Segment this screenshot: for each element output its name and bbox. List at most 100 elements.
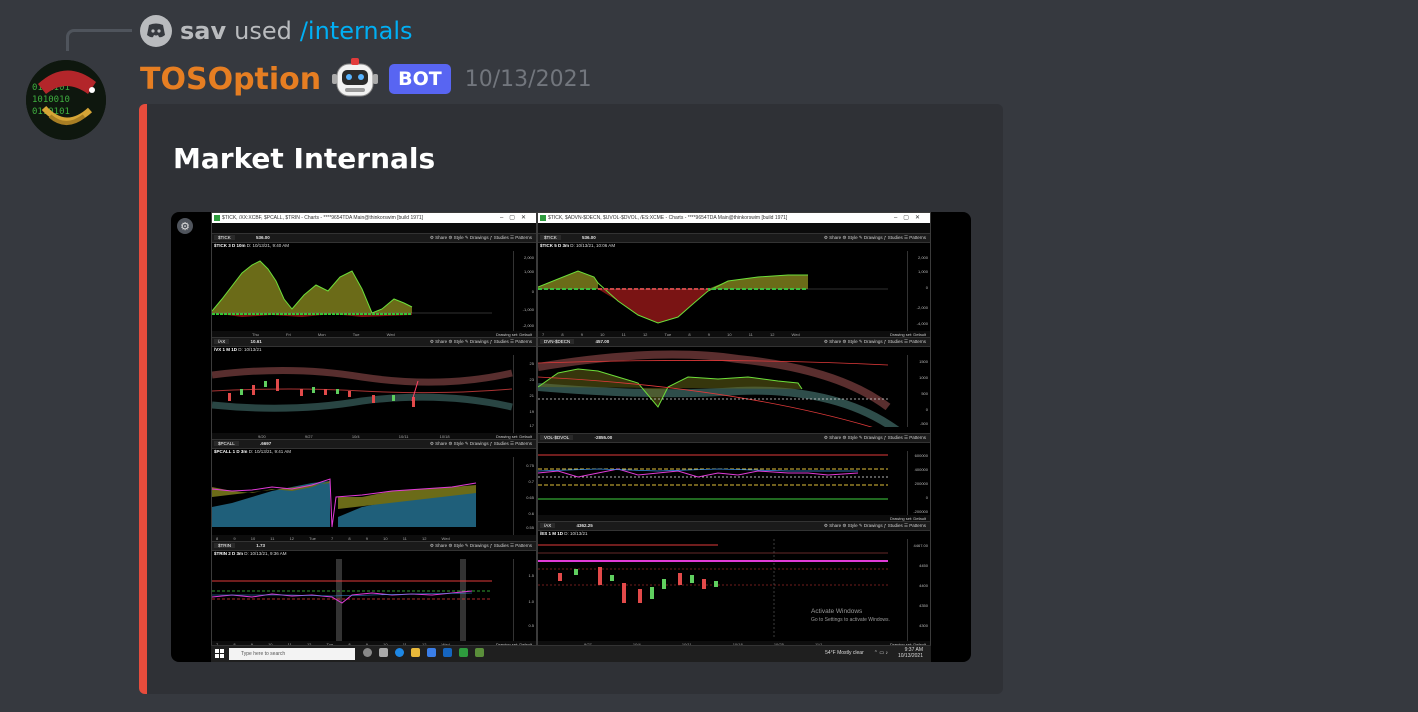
- chart-pane-trin[interactable]: $TRIN 1.73 ⚙ Share ⚙ Style ✎ Drawings ƒ …: [212, 541, 536, 648]
- pane-symbol[interactable]: $TICK: [214, 235, 235, 240]
- pane-price: 1.73: [256, 543, 266, 548]
- chart-pane-vx[interactable]: /AX 10.61 ⚙ Share ⚙ Style ✎ Drawings ƒ S…: [212, 337, 536, 440]
- reply-used-text: used: [234, 17, 292, 45]
- price-axis: 2,000 1,000 0 -1,000 -2,000: [513, 251, 536, 331]
- price-axis: 0.75 0.7 0.65 0.6 0.55: [513, 457, 536, 535]
- pane-price: 536.00: [256, 235, 270, 240]
- system-tray: 54°F Mostly clear ⌃ ▭ ♪ 9:37 AM 10/13/20…: [825, 647, 923, 659]
- pane-tools[interactable]: ⚙ Share ⚙ Style ✎ Drawings ƒ Studies ☰ P…: [824, 434, 926, 442]
- file-explorer-icon[interactable]: [411, 648, 420, 657]
- embed-card: Market Internals ⚙ $TICK, /XX:XCBF, $PCA…: [139, 104, 1003, 694]
- pane-price: 4362.25: [576, 523, 593, 528]
- windows-taskbar: Type here to search 54°F Mostly clear ⌃ …: [211, 645, 931, 662]
- uvol-dvol-chart: [538, 454, 888, 500]
- tos-window-left: $TICK, /XX:XCBF, $PCALL, $TRIN - Charts …: [211, 212, 537, 648]
- window-title: $TICK, $ADVN-$DECN, $UVOL-$DVOL, /ES:XCM…: [548, 215, 788, 221]
- price-axis: 1.5 1.0 0.5: [513, 559, 536, 641]
- pane-dates: D: 10/13/21, 9:40 AM: [246, 243, 290, 248]
- advn-decn-chart: [538, 350, 900, 427]
- clock[interactable]: 9:37 AM 10/13/2021: [898, 647, 923, 659]
- chart-pane-uvol-dvol[interactable]: VOL-$DVOL -2855.00 ⚙ Share ⚙ Style ✎ Dra…: [538, 433, 930, 522]
- pane-dates: D: 10/13/21: [564, 531, 588, 536]
- pane-toolbar: $TICK 536.00 ⚙ Share ⚙ Style ✎ Drawings …: [538, 234, 930, 243]
- pane-tools[interactable]: ⚙ Share ⚙ Style ✎ Drawings ƒ Studies ☰ P…: [824, 234, 926, 242]
- pane-info: $TICK 3 D 10m D: 10/13/21, 9:40 AM: [214, 243, 289, 248]
- trin-chart: [212, 559, 492, 641]
- tos-logo-icon: [540, 215, 546, 221]
- pane-symbol[interactable]: $TRIN: [214, 543, 236, 548]
- thinkorswim-icon[interactable]: [459, 648, 468, 657]
- app-icon[interactable]: [475, 648, 484, 657]
- tos-window-right: $TICK, $ADVN-$DECN, $UVOL-$DVOL, /ES:XCM…: [537, 212, 931, 648]
- window-title-bar: $TICK, $ADVN-$DECN, $UVOL-$DVOL, /ES:XCM…: [538, 213, 930, 223]
- weather-status[interactable]: 54°F Mostly clear: [825, 650, 864, 656]
- pane-toolbar: $TRIN 1.73 ⚙ Share ⚙ Style ✎ Drawings ƒ …: [212, 542, 536, 551]
- pane-tools[interactable]: ⚙ Share ⚙ Style ✎ Drawings ƒ Studies ☰ P…: [430, 338, 532, 346]
- taskbar-search[interactable]: Type here to search: [229, 648, 355, 660]
- bot-username[interactable]: TOSOption: [140, 62, 321, 97]
- pane-price: -2855.00: [594, 435, 613, 440]
- command-reply[interactable]: sav used /internals: [140, 14, 413, 48]
- chart-pane-advn-decn[interactable]: DVN-$DECN 457.00 ⚙ Share ⚙ Style ✎ Drawi…: [538, 337, 930, 434]
- store-icon[interactable]: [427, 648, 436, 657]
- task-view-icon[interactable]: [379, 648, 388, 657]
- es-chart: [538, 539, 888, 639]
- window-title-bar: $TICK, /XX:XCBF, $PCALL, $TRIN - Charts …: [212, 213, 536, 223]
- pane-tools[interactable]: ⚙ Share ⚙ Style ✎ Drawings ƒ Studies ☰ P…: [824, 338, 926, 346]
- pane-info: $PCALL 1 D 3m D: 10/13/21, 9:41 AM: [214, 449, 291, 454]
- window-controls-icon: –▢✕: [893, 215, 926, 221]
- price-axis: 1500 1000 500 0 -500: [907, 355, 930, 427]
- pane-toolbar: VOL-$DVOL -2855.00 ⚙ Share ⚙ Style ✎ Dra…: [538, 434, 930, 443]
- pane-study: $TICK 3 D 10m: [214, 243, 246, 248]
- bot-tag: BOT: [389, 64, 451, 94]
- cortana-icon[interactable]: [363, 648, 372, 657]
- trading-screenshot: $TICK, /XX:XCBF, $PCALL, $TRIN - Charts …: [211, 212, 931, 662]
- pane-dates: D: 10/13/21, 10:06 AM: [570, 243, 616, 248]
- pane-symbol[interactable]: DVN-$DECN: [540, 339, 575, 344]
- chart-pane-es[interactable]: /AX 4362.25 ⚙ Share ⚙ Style ✎ Drawings ƒ…: [538, 521, 930, 648]
- pane-toolbar: $TICK 536.00 ⚙ Share ⚙ Style ✎ Drawings …: [212, 234, 536, 243]
- pane-tools[interactable]: ⚙ Share ⚙ Style ✎ Drawings ƒ Studies ☰ P…: [430, 440, 532, 448]
- message-timestamp[interactable]: 10/13/2021: [465, 67, 592, 92]
- pane-price: 457.00: [595, 339, 610, 344]
- chart-pane-tick-5d[interactable]: $TICK 536.00 ⚙ Share ⚙ Style ✎ Drawings …: [538, 233, 930, 338]
- pane-study: /ES 1 M 1D: [540, 531, 564, 536]
- chart-pane-pcall[interactable]: $PCALL .6697 ⚙ Share ⚙ Style ✎ Drawings …: [212, 439, 536, 542]
- pane-price: .6697: [260, 441, 272, 446]
- tick-5d-chart: [538, 270, 888, 324]
- pane-symbol[interactable]: $PCALL: [214, 441, 239, 446]
- pane-tools[interactable]: ⚙ Share ⚙ Style ✎ Drawings ƒ Studies ☰ P…: [430, 234, 532, 242]
- gear-icon[interactable]: ⚙: [177, 218, 193, 234]
- robot-icon: [331, 56, 379, 102]
- pane-symbol[interactable]: /AX: [214, 339, 230, 344]
- price-axis: 4467.00 4450 4400 4350 4300: [907, 539, 930, 641]
- reply-command[interactable]: /internals: [300, 17, 413, 45]
- activate-windows-watermark: Activate Windows Go to Settings to activ…: [811, 608, 890, 623]
- chart-pane-tick[interactable]: $TICK 536.00 ⚙ Share ⚙ Style ✎ Drawings …: [212, 233, 536, 338]
- pane-toolbar: /AX 4362.25 ⚙ Share ⚙ Style ✎ Drawings ƒ…: [538, 522, 930, 531]
- price-axis: 2,000 1,000 0 -2,000 -4,000: [907, 251, 930, 331]
- pane-symbol[interactable]: $TICK: [540, 235, 561, 240]
- pane-tools[interactable]: ⚙ Share ⚙ Style ✎ Drawings ƒ Studies ☰ P…: [824, 522, 926, 530]
- edge-icon[interactable]: [395, 648, 404, 657]
- pane-study: $TRIN 2 D 3m: [214, 551, 244, 556]
- tray-icons[interactable]: ⌃ ▭ ♪: [874, 650, 888, 656]
- window-controls-icon: –▢✕: [499, 215, 532, 221]
- mail-icon[interactable]: [443, 648, 452, 657]
- pane-price: 536.00: [582, 235, 596, 240]
- pane-study: /VX 1 M 1D: [214, 347, 238, 352]
- pane-dates: D: 10/13/21, 9:36 AM: [244, 551, 287, 556]
- windows-start-icon[interactable]: [215, 649, 224, 658]
- pane-symbol[interactable]: /AX: [540, 523, 556, 528]
- pane-tools[interactable]: ⚙ Share ⚙ Style ✎ Drawings ƒ Studies ☰ P…: [430, 542, 532, 550]
- pane-dates: D: 10/13/21: [238, 347, 262, 352]
- pane-symbol[interactable]: VOL-$DVOL: [540, 435, 574, 440]
- embed-title: Market Internals: [173, 142, 436, 175]
- price-axis: 25 23 21 19 17: [513, 355, 536, 433]
- embed-image[interactable]: ⚙ $TICK, /XX:XCBF, $PCALL, $TRIN - Chart…: [171, 212, 971, 662]
- avatar[interactable]: 0101101 1010010 0110101: [26, 60, 106, 140]
- window-title: $TICK, /XX:XCBF, $PCALL, $TRIN - Charts …: [222, 215, 423, 221]
- discord-icon: [140, 15, 172, 47]
- reply-username[interactable]: sav: [180, 17, 226, 45]
- pane-dates: D: 10/13/21, 9:41 AM: [248, 449, 291, 454]
